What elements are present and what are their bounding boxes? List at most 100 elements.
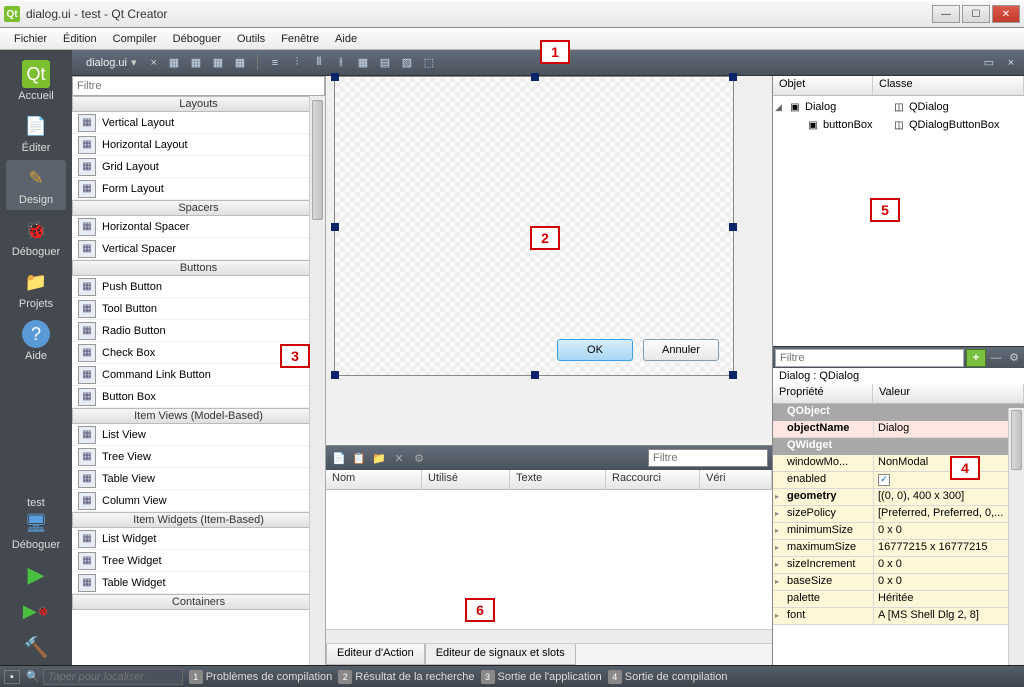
action-filter-input[interactable] — [648, 449, 768, 467]
tree-expand-icon[interactable]: ◢ — [775, 102, 787, 113]
chevron-down-icon[interactable]: ▾ — [131, 57, 137, 69]
sidebar-editer[interactable]: 📄 Éditer — [6, 108, 66, 158]
property-value[interactable]: 0 x 0 — [873, 523, 1024, 539]
edit-widgets-icon[interactable]: ▦ — [165, 54, 183, 72]
tab-action-editor[interactable]: Editeur d'Action — [326, 644, 425, 665]
property-value[interactable]: 0 x 0 — [873, 557, 1024, 573]
checkbox-icon[interactable]: ✓ — [878, 474, 890, 486]
action-col-verifiable[interactable]: Véri — [700, 470, 772, 489]
property-row[interactable]: ▸sizeIncrement0 x 0 — [773, 557, 1024, 574]
property-value[interactable]: [Preferred, Preferred, 0,... — [873, 506, 1024, 522]
widgetbox-item[interactable]: ▦Form Layout — [72, 178, 325, 200]
status-toggle-icon[interactable]: ▪ — [4, 670, 20, 684]
property-value[interactable]: NonModal — [873, 455, 1024, 471]
widgetbox-filter-input[interactable] — [72, 76, 325, 96]
panel-toggle-icon[interactable]: ▭ — [980, 54, 998, 72]
close-button[interactable]: ✕ — [992, 5, 1020, 23]
property-row[interactable]: ▸geometry[(0, 0), 400 x 300] — [773, 489, 1024, 506]
paste-action-icon[interactable]: 📁 — [370, 449, 388, 467]
edit-tab-order-icon[interactable]: ▦ — [231, 54, 249, 72]
oi-col-objet[interactable]: Objet — [773, 76, 873, 95]
maximize-button[interactable]: ☐ — [962, 5, 990, 23]
sidebar-run-config[interactable]: test 🖥 Déboguer — [6, 493, 66, 555]
action-col-raccourci[interactable]: Raccourci — [606, 470, 700, 489]
widgetbox-item[interactable]: ▦Tool Button — [72, 298, 325, 320]
property-scrollbar[interactable] — [1008, 408, 1024, 665]
run-debug-button[interactable]: ▶🐞 — [22, 597, 50, 625]
widgetbox-item[interactable]: ▦Radio Button — [72, 320, 325, 342]
property-row[interactable]: ▸sizePolicy[Preferred, Preferred, 0,... — [773, 506, 1024, 523]
widgetbox-group-header[interactable]: Buttons — [72, 260, 325, 276]
object-inspector-row[interactable]: ◢▣Dialog◫QDialog — [773, 98, 1024, 116]
widgetbox-group-header[interactable]: Item Views (Model-Based) — [72, 408, 325, 424]
sidebar-aide[interactable]: ? Aide — [6, 316, 66, 366]
widgetbox-group-header[interactable]: Layouts — [72, 96, 325, 112]
status-tab-1[interactable]: 1Problèmes de compilation — [189, 670, 333, 684]
copy-action-icon[interactable]: 📋 — [350, 449, 368, 467]
property-row[interactable]: enabled✓ — [773, 472, 1024, 489]
menu-fenetre[interactable]: Fenêtre — [273, 31, 327, 47]
widgetbox-item[interactable]: ▦Grid Layout — [72, 156, 325, 178]
dialog-ok-button[interactable]: OK — [557, 339, 633, 361]
widgetbox-group-header[interactable]: Item Widgets (Item-Based) — [72, 512, 325, 528]
widgetbox-item[interactable]: ▦Table Widget — [72, 572, 325, 594]
property-value[interactable]: [(0, 0), 400 x 300] — [873, 489, 1024, 505]
property-group-header[interactable]: QObject — [773, 404, 1024, 421]
widgetbox-item[interactable]: ▦Horizontal Spacer — [72, 216, 325, 238]
property-row[interactable]: paletteHéritée — [773, 591, 1024, 608]
layout-v-icon[interactable]: ⫶ — [288, 54, 306, 72]
oi-col-classe[interactable]: Classe — [873, 76, 1024, 95]
locator-input[interactable] — [43, 669, 183, 685]
property-value[interactable]: ✓ — [873, 472, 1024, 488]
layout-form-icon[interactable]: ▤ — [376, 54, 394, 72]
pe-col-propriete[interactable]: Propriété — [773, 384, 873, 403]
object-inspector-row[interactable]: ▣buttonBox◫QDialogButtonBox — [773, 116, 1024, 134]
property-value[interactable]: Dialog — [873, 421, 1024, 437]
layout-h-icon[interactable]: ≡ — [266, 54, 284, 72]
widgetbox-item[interactable]: ▦Vertical Layout — [72, 112, 325, 134]
menu-outils[interactable]: Outils — [229, 31, 273, 47]
pe-col-valeur[interactable]: Valeur — [873, 384, 1024, 403]
property-filter-input[interactable] — [775, 349, 964, 367]
edit-signals-icon[interactable]: ▦ — [187, 54, 205, 72]
property-value[interactable]: A [MS Shell Dlg 2, 8] — [873, 608, 1024, 624]
delete-action-icon[interactable]: ✕ — [390, 449, 408, 467]
remove-property-button[interactable]: — — [988, 349, 1004, 367]
action-scrollbar[interactable] — [326, 629, 772, 643]
widgetbox-item[interactable]: ▦Horizontal Layout — [72, 134, 325, 156]
sidebar-deboguer[interactable]: 🐞 Déboguer — [6, 212, 66, 262]
run-button[interactable]: ▶ — [22, 561, 50, 589]
layout-grid-icon[interactable]: ▦ — [354, 54, 372, 72]
widgetbox-scrollbar[interactable] — [309, 96, 325, 665]
sidebar-design[interactable]: ✎ Design — [6, 160, 66, 210]
tab-signals-slots[interactable]: Editeur de signaux et slots — [425, 644, 576, 665]
minimize-button[interactable]: — — [932, 5, 960, 23]
form-canvas[interactable]: OK Annuler — [326, 76, 772, 445]
status-tab-4[interactable]: 4Sortie de compilation — [608, 670, 728, 684]
menu-edition[interactable]: Édition — [55, 31, 105, 47]
property-value[interactable]: 0 x 0 — [873, 574, 1024, 590]
property-row[interactable]: ▸minimumSize0 x 0 — [773, 523, 1024, 540]
property-menu-icon[interactable]: ⚙ — [1006, 349, 1022, 367]
close-panel-icon[interactable]: × — [1002, 54, 1020, 72]
action-col-nom[interactable]: Nom — [326, 470, 422, 489]
widgetbox-item[interactable]: ▦List Widget — [72, 528, 325, 550]
action-col-texte[interactable]: Texte — [510, 470, 606, 489]
widgetbox-item[interactable]: ▦List View — [72, 424, 325, 446]
status-tab-2[interactable]: 2Résultat de la recherche — [338, 670, 474, 684]
widgetbox-item[interactable]: ▦Tree Widget — [72, 550, 325, 572]
menu-compiler[interactable]: Compiler — [105, 31, 165, 47]
new-action-icon[interactable]: 📄 — [330, 449, 348, 467]
edit-buddies-icon[interactable]: ▦ — [209, 54, 227, 72]
menu-deboguer[interactable]: Déboguer — [165, 31, 229, 47]
widgetbox-item[interactable]: ▦Vertical Spacer — [72, 238, 325, 260]
adjust-size-icon[interactable]: ⬚ — [420, 54, 438, 72]
layout-vsplit-icon[interactable]: ⫲ — [332, 54, 350, 72]
property-row[interactable]: ▸fontA [MS Shell Dlg 2, 8] — [773, 608, 1024, 625]
property-row[interactable]: ▸baseSize0 x 0 — [773, 574, 1024, 591]
close-doc-icon[interactable]: × — [151, 57, 157, 69]
layout-hsplit-icon[interactable]: ⫴ — [310, 54, 328, 72]
add-property-button[interactable]: + — [966, 349, 986, 367]
widgetbox-item[interactable]: ▦Tree View — [72, 446, 325, 468]
sidebar-accueil[interactable]: Qt Accueil — [6, 56, 66, 106]
